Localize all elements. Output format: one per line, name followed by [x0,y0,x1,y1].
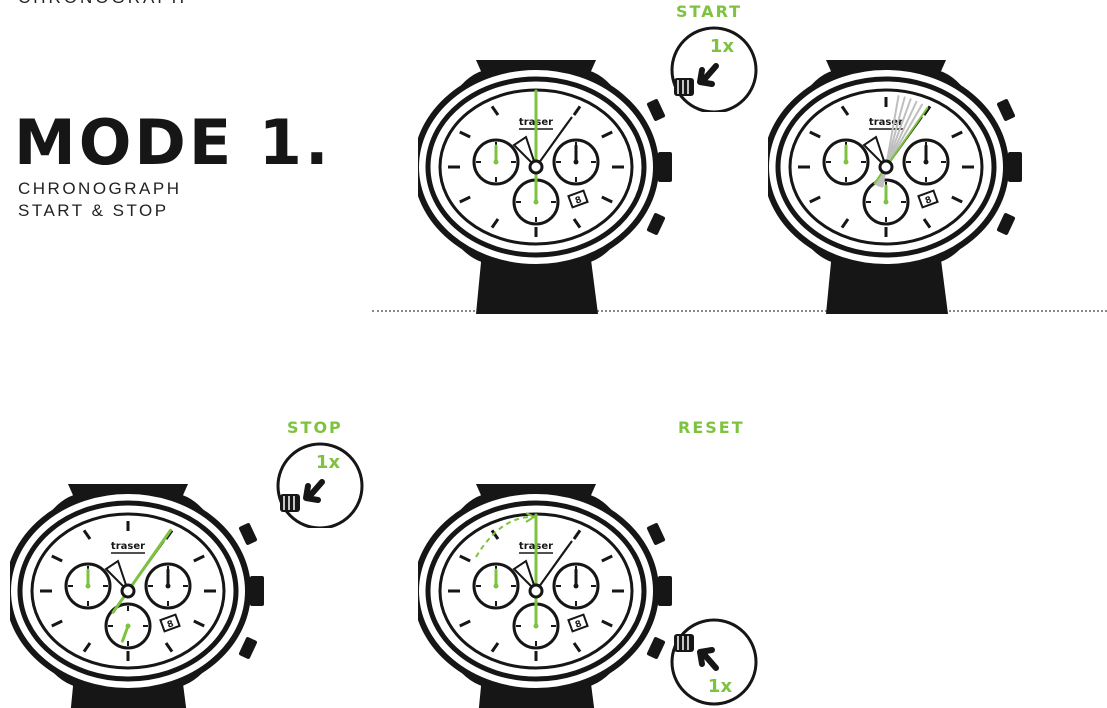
pusher-bottom [238,637,258,659]
subdial-pin [843,159,849,165]
start-press-count: 1x [710,36,735,57]
subdial-pin [883,199,889,205]
crown [250,576,264,606]
reset-label: RESET [678,418,745,437]
center-pin [878,159,894,175]
subtitle-line-1: CHRONOGRAPH [18,179,182,198]
pusher-bottom [996,213,1016,235]
subdial-pin [85,583,91,589]
watch-running: traser8 [768,60,1022,314]
watch-body: traser8 [418,60,672,314]
subdial-pin [533,623,539,629]
watch-start: traser8 [418,60,672,314]
subdial-pin [573,583,579,589]
page-title: MODE 1. [14,106,332,179]
watch-body: traser8 [418,484,672,708]
subdial-pin [573,159,579,165]
subdial-pin [165,583,171,589]
center-pin [528,583,544,599]
cut-header-text: CHRONOGRAPH [18,0,187,8]
center-pin [120,583,136,599]
pusher-top [646,523,666,545]
subdial-pin [125,623,131,629]
stop-label: STOP [287,418,343,437]
start-label: START [676,2,743,21]
brand-logo: traser [111,541,145,552]
crown-press-icon [674,78,694,96]
watch-body: traser8 [768,60,1022,314]
pusher-bottom [646,213,666,235]
subdial-pin [493,583,499,589]
center-pin [528,159,544,175]
reset-press-count: 1x [708,676,733,697]
subdial-pin [533,199,539,205]
reset-press-callout: 1x [670,618,758,706]
pusher-top [996,99,1016,121]
crown-press-icon [674,634,694,652]
watch-stop: traser8 [10,484,264,708]
stop-press-count: 1x [316,452,341,473]
subdial-pin [493,159,499,165]
pusher-bottom [646,637,666,659]
crown [658,152,672,182]
crown-press-icon [280,494,300,512]
manual-page: CHRONOGRAPH MODE 1. CHRONOGRAPH START & … [0,0,1107,708]
pusher-top [646,99,666,121]
pusher-top [238,523,258,545]
start-press-callout: 1x [670,26,758,112]
subtitle-line-2: START & STOP [18,201,169,220]
watch-reset: traser8 [418,484,672,708]
crown [1008,152,1022,182]
subdial-pin [923,159,929,165]
watch-body: traser8 [10,484,264,708]
stop-press-callout: 1x [276,442,364,528]
crown [658,576,672,606]
